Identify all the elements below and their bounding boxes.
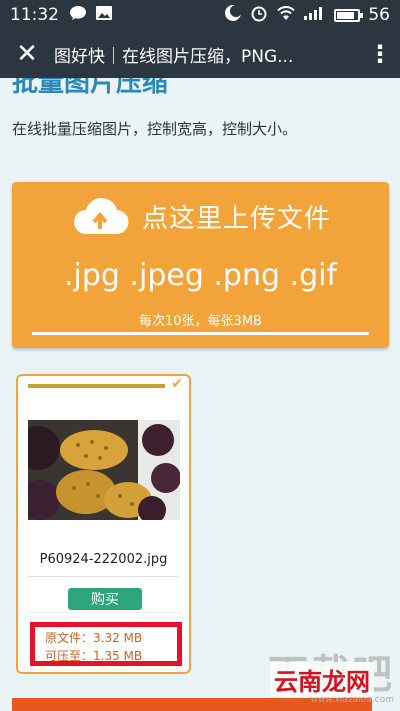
file-card: ✔ P60924-222002.jpg 购买 原文件：3.32 MB 可压至：1… <box>16 374 191 674</box>
status-time: 11:32 <box>10 5 59 25</box>
file-name: P60924-222002.jpg <box>39 552 168 567</box>
close-icon: ✕ <box>16 39 38 69</box>
wifi-icon <box>276 5 296 26</box>
page-subtitle: 在线批量压缩图片，控制宽高，控制大小。 <box>12 120 298 138</box>
more-vertical-icon: ⋮ <box>368 40 392 68</box>
page-title: 图好快｜在线图片压缩，PNG... <box>54 46 294 67</box>
watermark-brand: 云南龙网 <box>270 662 374 697</box>
image-icon <box>95 5 113 26</box>
signal-label: 56 <box>368 5 390 25</box>
compressed-size: 可压至：1.35 MB <box>45 649 143 663</box>
web-content: 批量图片压缩 在线批量压缩图片，控制宽高，控制大小。 点这里上传文件 .jpg … <box>0 78 400 711</box>
buy-button[interactable]: 购买 <box>68 588 142 610</box>
moon-icon <box>224 4 243 27</box>
divider <box>28 576 179 577</box>
cloud-upload-icon <box>70 196 130 236</box>
upload-formats: .jpg .jpeg .png .gif <box>63 258 338 293</box>
status-bar: 11:32 56 <box>0 0 400 30</box>
more-menu-button[interactable]: ⋮ <box>360 30 400 78</box>
battery-icon <box>334 8 364 22</box>
watermark: 下载吧 www.xiazaiba.com 云南龙网 <box>268 655 394 705</box>
size-info-box: 原文件：3.32 MB 可压至：1.35 MB <box>30 622 182 666</box>
check-icon: ✔ <box>171 376 183 392</box>
chat-bubble-icon <box>69 5 87 26</box>
upload-underline <box>32 332 369 335</box>
original-size: 原文件：3.32 MB <box>45 631 143 645</box>
upload-label: 点这里上传文件 <box>141 203 331 234</box>
page-heading: 批量图片压缩 <box>12 78 169 98</box>
signal-icon <box>304 5 326 25</box>
alarm-icon <box>250 4 268 27</box>
upload-limits: 每次10张，每张3MB <box>139 314 262 329</box>
progress-bar <box>28 384 165 388</box>
upload-button[interactable]: 点这里上传文件 .jpg .jpeg .png .gif 每次10张，每张3MB <box>12 182 389 348</box>
divider <box>28 612 179 613</box>
nav-bar: ✕ 图好快｜在线图片压缩，PNG... ⋮ <box>0 30 400 78</box>
file-thumbnail[interactable] <box>28 420 180 520</box>
close-button[interactable]: ✕ <box>0 30 54 78</box>
